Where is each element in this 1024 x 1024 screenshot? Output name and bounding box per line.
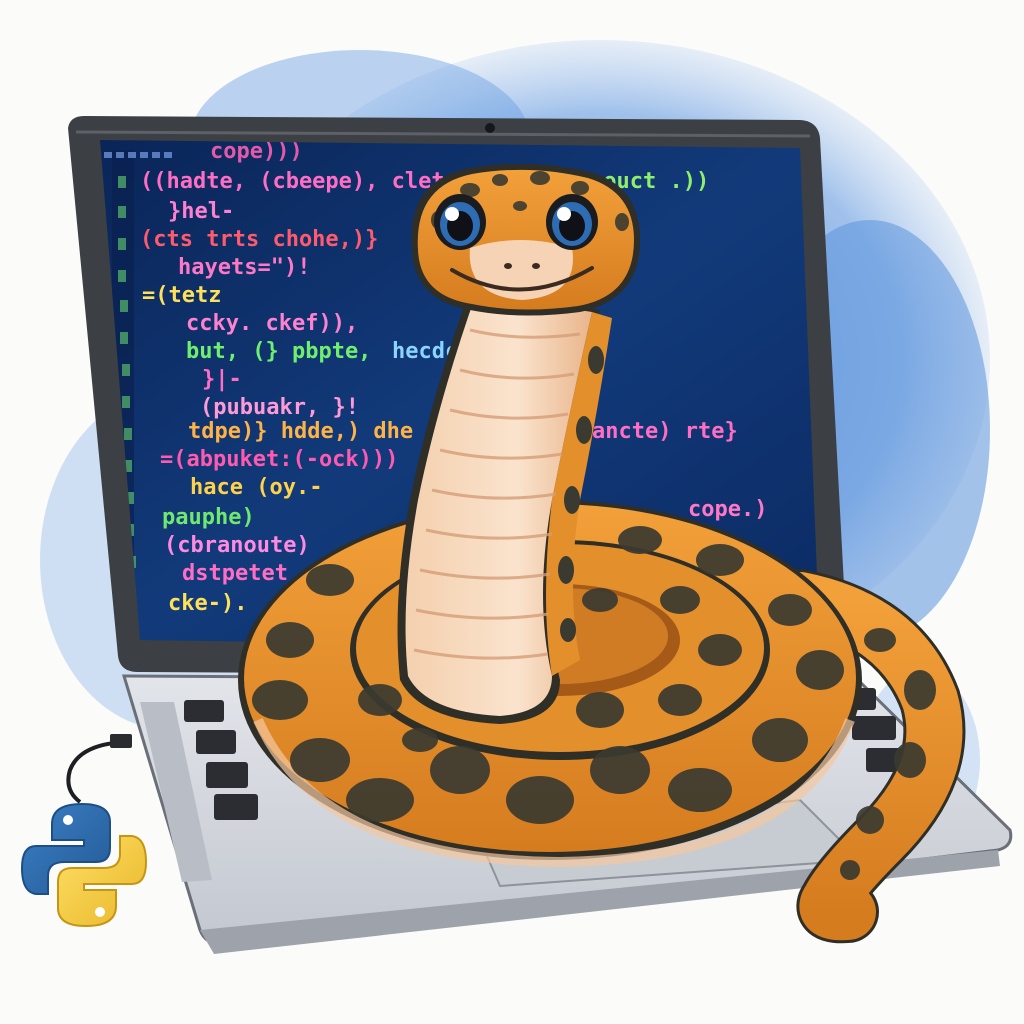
code-line: (pubuakr, }! (200, 395, 359, 420)
code-line: cope.) (688, 497, 767, 522)
code-line: hace (oy.- (190, 475, 322, 500)
code-line: cope))) (210, 139, 303, 164)
code-line: =(tetz (142, 283, 221, 308)
code-line: ccky. ckef)), (186, 311, 358, 336)
usb-cable-icon (66, 734, 132, 804)
code-line: tdpe)} hdde,) dhe (188, 419, 413, 444)
code-line: }|- (202, 367, 242, 392)
snake-head (411, 163, 640, 316)
code-line: dstpetet (182, 561, 288, 586)
code-line: (cts trts chohe,)} (140, 227, 378, 252)
python-logo-icon (20, 802, 148, 928)
code-line: }hel- (168, 199, 234, 224)
code-line: cke-). (168, 591, 247, 616)
code-line: =(abpuket:(-ock))) (160, 447, 398, 472)
code-line: hayets=")! (178, 255, 310, 280)
webcam-icon (485, 123, 495, 133)
snake-laptop-illustration: cope))) ((hadte, (cbeepe), clet couct .)… (20, 40, 1013, 954)
illustration-canvas: cope))) ((hadte, (cbeepe), clet couct .)… (0, 0, 1024, 1024)
code-line: ancte) rte} (592, 419, 738, 444)
code-line: (cbranoute) (164, 533, 310, 558)
code-line: ((hadte, (cbeepe), clet (140, 169, 445, 194)
code-line: but, (} pbpte, (186, 339, 371, 364)
code-line: pauphe) (162, 505, 255, 530)
